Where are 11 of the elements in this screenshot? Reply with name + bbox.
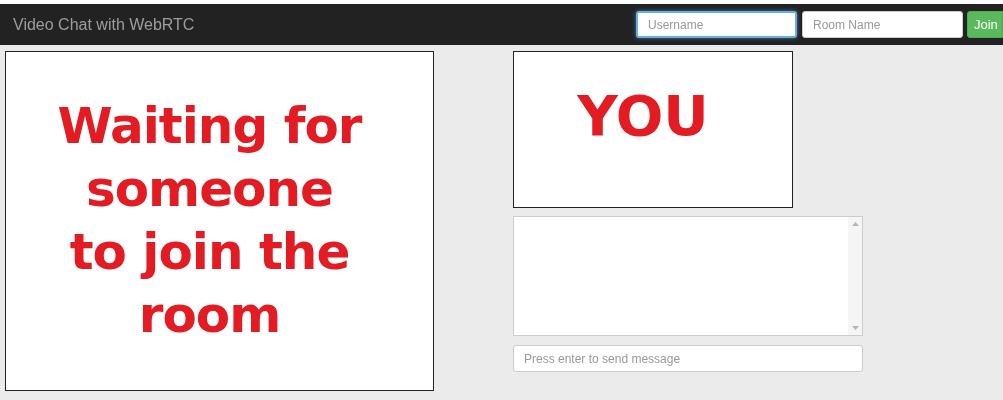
message-input[interactable]: Press enter to send message [513, 345, 863, 372]
waiting-message: Waiting for someone to join the room [57, 96, 362, 346]
scrollbar[interactable] [848, 217, 862, 335]
scroll-up-icon[interactable] [851, 222, 859, 226]
you-label: YOU [577, 88, 709, 150]
chat-log[interactable] [513, 216, 863, 336]
app-title: Video Chat with WebRTC [13, 15, 195, 34]
room-name-field[interactable]: Room Name [802, 11, 963, 38]
username-field[interactable]: Username [636, 11, 797, 38]
scroll-down-icon[interactable] [851, 326, 859, 330]
join-button[interactable]: Join [967, 11, 1003, 38]
